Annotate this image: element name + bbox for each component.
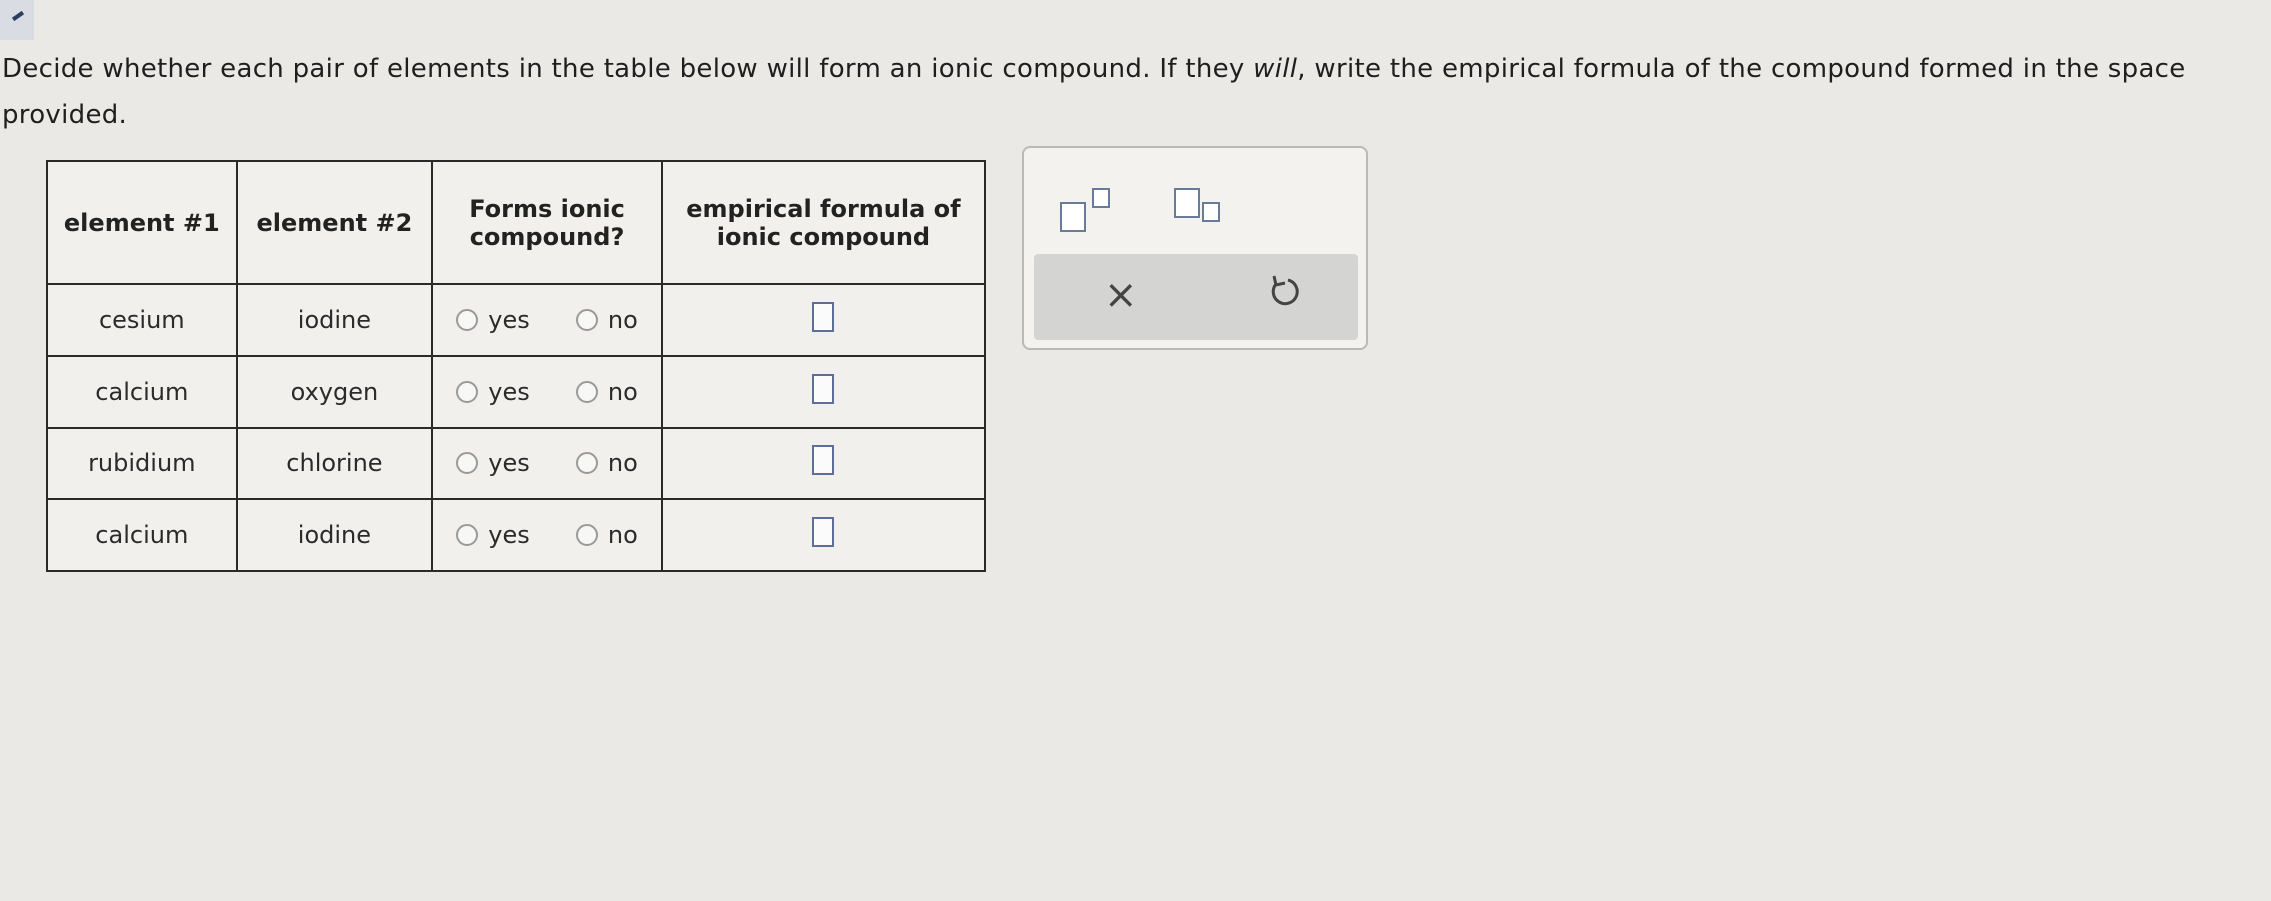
yes-label: yes [488, 449, 530, 478]
element-1-cell: calcium [46, 498, 238, 572]
formula-cell [660, 354, 987, 429]
table-row: calcium iodine yes no [46, 498, 987, 572]
radio-circle-icon[interactable] [456, 380, 479, 403]
table-row: cesium iodine yes no [46, 283, 987, 357]
header-forms-ionic: Forms ionic compound? [431, 160, 663, 285]
element-2-cell: iodine [235, 283, 434, 357]
no-radio[interactable]: no [575, 449, 638, 478]
no-label: no [607, 449, 638, 478]
formula-input[interactable] [812, 301, 835, 332]
formula-cell [660, 426, 987, 501]
forms-ionic-cell: yes no [431, 498, 663, 572]
undo-icon[interactable] [1264, 272, 1304, 316]
no-label: no [607, 521, 638, 550]
element-2-cell: iodine [235, 498, 434, 572]
element-2-cell: chlorine [235, 426, 434, 501]
formula-tool-panel: × [1022, 146, 1368, 350]
formula-cell [660, 283, 987, 357]
tool-bar: × [1034, 254, 1358, 340]
element-1-cell: calcium [46, 354, 238, 429]
no-label: no [607, 377, 638, 406]
radio-circle-icon[interactable] [575, 452, 598, 475]
no-radio[interactable]: no [575, 521, 638, 550]
check-icon [0, 0, 34, 40]
table-row: rubidium chlorine yes no [46, 426, 987, 501]
formula-cell [660, 498, 987, 572]
header-row: element #1 element #2 Forms ionic compou… [46, 160, 987, 285]
yes-radio[interactable]: yes [456, 377, 530, 406]
radio-circle-icon[interactable] [456, 308, 479, 331]
radio-circle-icon[interactable] [575, 308, 598, 331]
elements-table: element #1 element #2 Forms ionic compou… [46, 160, 987, 572]
radio-circle-icon[interactable] [456, 452, 479, 475]
yes-radio[interactable]: yes [456, 305, 530, 334]
header-formula: empirical formula of ionic compound [660, 160, 987, 285]
radio-circle-icon[interactable] [456, 524, 479, 547]
superscript-box-icon[interactable] [1060, 188, 1116, 238]
element-1-cell: rubidium [46, 426, 238, 501]
instruction-part-1: Decide whether each pair of elements in … [2, 54, 1254, 84]
forms-ionic-cell: yes no [431, 354, 663, 429]
radio-circle-icon[interactable] [575, 524, 598, 547]
header-element-2: element #2 [235, 160, 434, 285]
formula-input[interactable] [812, 373, 835, 404]
yes-label: yes [488, 377, 530, 406]
forms-ionic-cell: yes no [431, 426, 663, 501]
yes-label: yes [488, 521, 530, 550]
element-2-cell: oxygen [235, 354, 434, 429]
instruction-emphasis: will [1253, 54, 1298, 84]
formula-input[interactable] [812, 445, 835, 476]
header-formula-line1: empirical formula of [686, 194, 961, 223]
subscript-box-icon[interactable] [1174, 188, 1230, 238]
instruction-text: Decide whether each pair of elements in … [2, 46, 2202, 138]
yes-radio[interactable]: yes [456, 449, 530, 478]
no-radio[interactable]: no [575, 377, 638, 406]
table-row: calcium oxygen yes no [46, 354, 987, 429]
yes-radio[interactable]: yes [456, 521, 530, 550]
formula-input[interactable] [812, 517, 835, 548]
no-label: no [607, 305, 638, 334]
header-element-1: element #1 [46, 160, 238, 285]
no-radio[interactable]: no [575, 305, 638, 334]
clear-icon[interactable]: × [1104, 272, 1138, 318]
header-forms-ionic-line2: compound? [469, 222, 625, 251]
header-forms-ionic-line1: Forms ionic [469, 194, 625, 223]
radio-circle-icon[interactable] [575, 380, 598, 403]
forms-ionic-cell: yes no [431, 283, 663, 357]
page: Decide whether each pair of elements in … [0, 0, 2271, 901]
element-1-cell: cesium [46, 283, 238, 357]
yes-label: yes [488, 305, 530, 334]
header-formula-line2: ionic compound [716, 222, 931, 251]
